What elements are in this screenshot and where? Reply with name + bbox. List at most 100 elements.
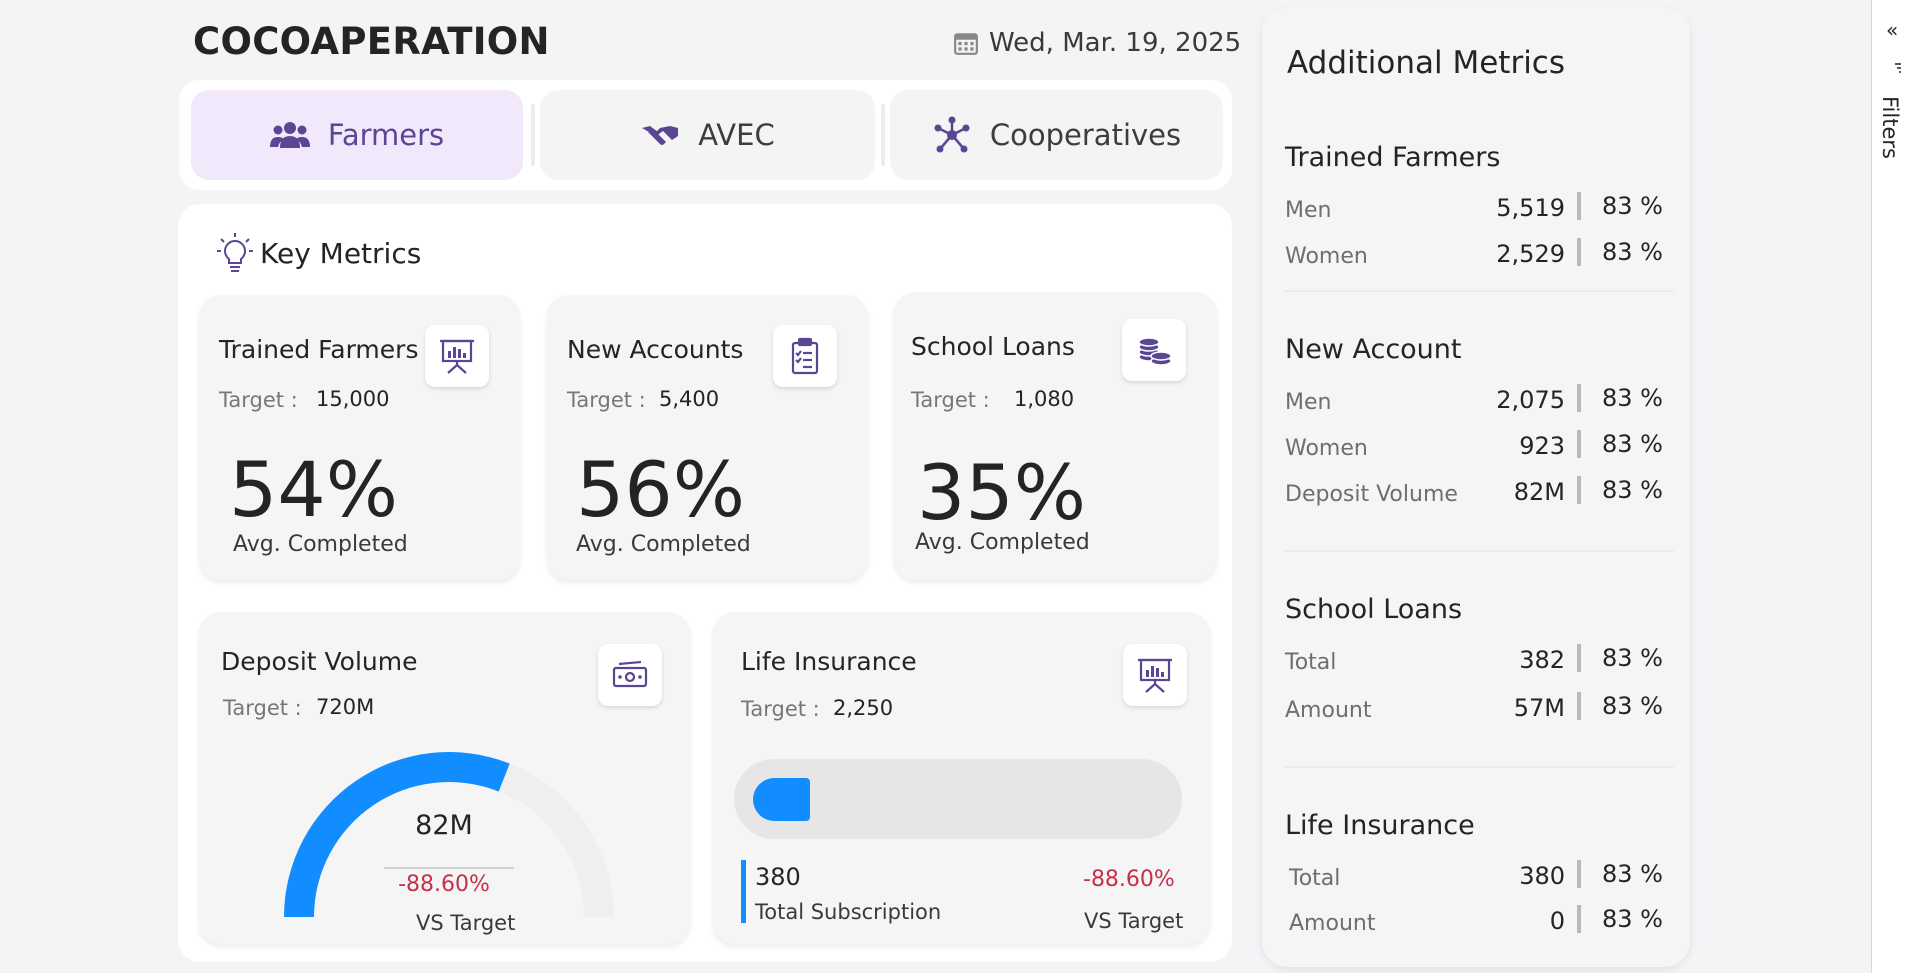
deposit-delta: -88.60% <box>398 872 490 897</box>
target-value: 5,400 <box>659 387 720 411</box>
kpi-icon-box <box>598 644 662 706</box>
cash-icon <box>612 660 648 688</box>
side-row-value: 380 <box>1519 862 1565 890</box>
side-row-pct: 83 % <box>1602 860 1663 888</box>
target-value: 1,080 <box>1014 387 1075 411</box>
target-label: Target : <box>741 697 820 721</box>
subscription-label: Total Subscription <box>755 900 942 924</box>
key-metrics-heading: Key Metrics <box>216 232 421 274</box>
side-row-value: 57M <box>1513 694 1565 722</box>
kpi-value: 35% <box>917 448 1086 537</box>
side-row-separator <box>1577 860 1581 888</box>
tab-cooperatives[interactable]: Cooperatives <box>890 90 1223 180</box>
kpi-card-trained-farmers: Trained Farmers Target : 15,000 54% Avg.… <box>199 295 520 580</box>
side-row-label: Amount <box>1285 698 1372 723</box>
side-row-label: Total <box>1285 650 1337 675</box>
deposit-value: 82M <box>415 810 473 841</box>
collapse-icon[interactable]: « <box>1886 18 1898 42</box>
side-row-value: 0 <box>1549 907 1565 935</box>
side-row-value: 382 <box>1519 646 1565 674</box>
side-row-label: Men <box>1285 390 1332 415</box>
kpi-value: 54% <box>229 445 398 534</box>
kpi-title: School Loans <box>911 332 1075 361</box>
filters-label[interactable]: Filters <box>1878 96 1902 159</box>
calendar-icon <box>954 33 978 55</box>
presentation-chart-icon <box>440 339 474 374</box>
target-label: Target : <box>911 388 990 412</box>
side-row-label: Women <box>1285 244 1368 269</box>
insurance-progress-track <box>734 759 1182 839</box>
tab-divider <box>531 104 535 166</box>
kpi-card-new-accounts: New Accounts Target : 5,400 56% Avg. Com… <box>547 295 868 580</box>
side-row-value: 2,075 <box>1496 386 1565 414</box>
side-row-separator <box>1577 192 1581 220</box>
side-section-divider <box>1284 550 1674 552</box>
side-row-label: Total <box>1289 866 1341 891</box>
target-value: 2,250 <box>833 696 894 720</box>
side-section-title: Trained Farmers <box>1285 142 1501 173</box>
lightbulb-icon <box>217 233 253 272</box>
kpi-card-school-loans: School Loans Target : 1,080 35% Avg. Com… <box>894 292 1217 580</box>
kpi-completed-label: Avg. Completed <box>576 532 751 557</box>
target-label: Target : <box>567 388 646 412</box>
side-row-separator <box>1577 430 1581 458</box>
deposit-volume-card: Deposit Volume Target : 720M 82M -88.60%… <box>199 612 690 944</box>
kpi-icon-box <box>1122 319 1186 381</box>
side-row-pct: 83 % <box>1602 238 1663 266</box>
subscription-accent-bar <box>741 860 746 923</box>
kpi-completed-label: Avg. Completed <box>915 530 1090 555</box>
side-row-separator <box>1577 384 1581 412</box>
side-row-separator <box>1577 476 1581 504</box>
kpi-value: 56% <box>576 445 745 534</box>
kpi-title: New Accounts <box>567 335 744 364</box>
side-row-pct: 83 % <box>1602 692 1663 720</box>
side-row-pct: 83 % <box>1602 430 1663 458</box>
side-row-label: Amount <box>1289 911 1376 936</box>
side-row-value: 82M <box>1513 478 1565 506</box>
life-insurance-card: Life Insurance Target : 2,250 380 Total … <box>713 612 1210 944</box>
filter-icon <box>1895 63 1901 73</box>
side-row-pct: 83 % <box>1602 476 1663 504</box>
kpi-title: Trained Farmers <box>219 335 419 364</box>
side-section-title: New Account <box>1285 334 1462 365</box>
tab-farmers-label: Farmers <box>327 118 445 152</box>
kpi-icon-box <box>1123 644 1187 706</box>
network-icon <box>934 116 970 153</box>
additional-metrics-title: Additional Metrics <box>1287 45 1566 81</box>
handshake-icon <box>642 126 679 145</box>
subscription-value: 380 <box>755 863 801 891</box>
tab-farmers[interactable]: Farmers <box>191 90 523 180</box>
clipboard-icon <box>791 337 819 375</box>
deposit-title: Deposit Volume <box>221 647 418 676</box>
side-row-pct: 83 % <box>1602 192 1663 220</box>
users-icon <box>269 122 310 148</box>
side-row-value: 923 <box>1519 432 1565 460</box>
tab-avec[interactable]: AVEC <box>540 90 875 180</box>
coins-icon <box>1138 337 1172 366</box>
side-row-label: Women <box>1285 436 1368 461</box>
side-row-pct: 83 % <box>1602 905 1663 933</box>
side-section-divider <box>1284 290 1674 292</box>
insurance-title: Life Insurance <box>741 647 917 676</box>
target-label: Target : <box>219 388 298 412</box>
side-row-pct: 83 % <box>1602 384 1663 412</box>
side-row-separator <box>1577 238 1581 266</box>
insurance-vs-label: VS Target <box>1084 909 1184 933</box>
side-row-value: 2,529 <box>1496 240 1565 268</box>
insurance-progress-fill <box>753 778 810 821</box>
side-row-separator <box>1577 692 1581 720</box>
target-label: Target : <box>223 696 302 720</box>
key-metrics-title: Key Metrics <box>260 236 422 270</box>
target-value: 15,000 <box>316 387 390 411</box>
side-row-separator <box>1577 905 1581 933</box>
date-display: Wed, Mar. 19, 2025 <box>953 28 1241 58</box>
side-row-label: Men <box>1285 198 1332 223</box>
presentation-chart-icon <box>1138 658 1172 693</box>
kpi-completed-label: Avg. Completed <box>233 532 408 557</box>
side-section-title: School Loans <box>1285 594 1463 625</box>
kpi-icon-box <box>773 325 837 387</box>
deposit-vs-label: VS Target <box>416 911 516 935</box>
tab-divider <box>881 104 885 166</box>
target-value: 720M <box>316 695 375 719</box>
side-section-divider <box>1284 766 1674 768</box>
